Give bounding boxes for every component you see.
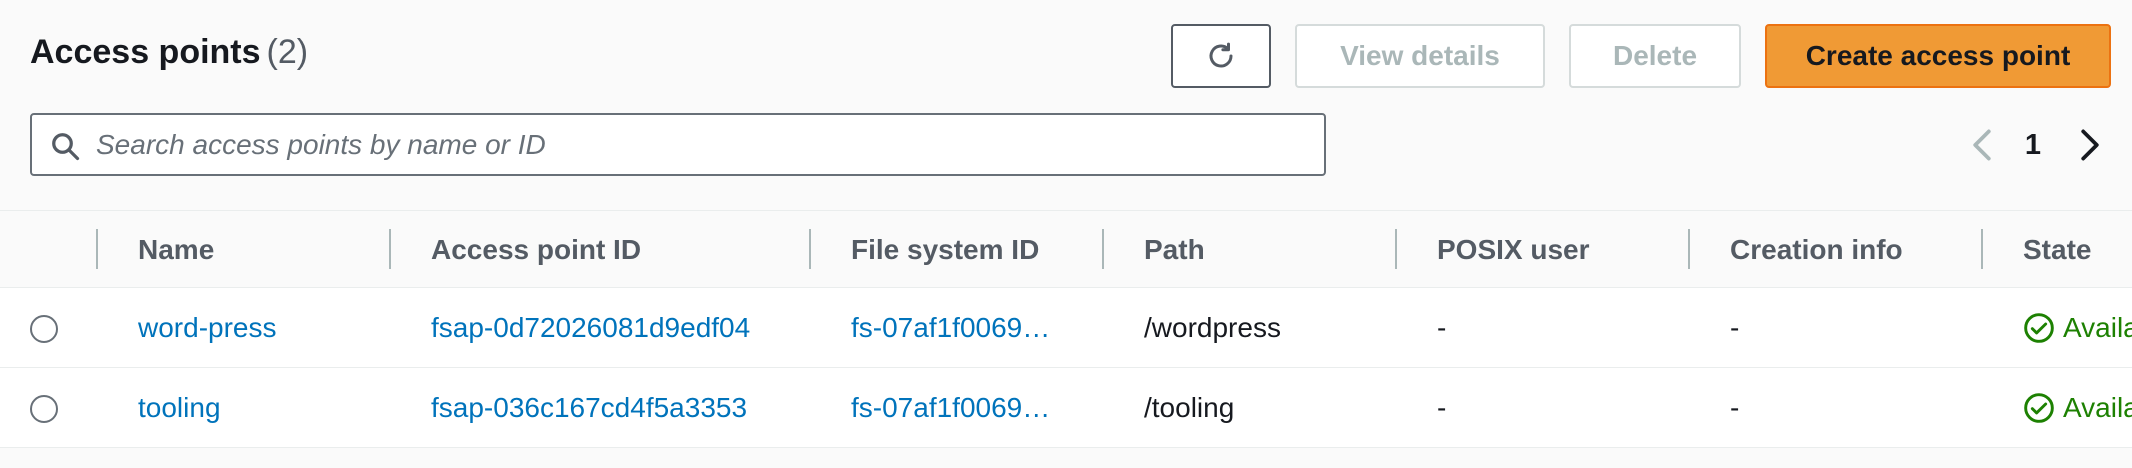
posix-user-cell: - (1437, 392, 1447, 423)
previous-page-button[interactable] (1962, 120, 2002, 170)
column-header-creation-info[interactable]: Creation info (1730, 211, 1903, 289)
title-text: Access points (30, 33, 261, 71)
column-header-file-system-id[interactable]: File system ID (851, 211, 1039, 289)
next-page-button[interactable] (2070, 120, 2110, 170)
item-count: (2) (266, 33, 309, 71)
column-header-posix-user[interactable]: POSIX user (1437, 211, 1590, 289)
column-divider (96, 229, 98, 269)
row-select-radio[interactable] (30, 395, 58, 423)
column-divider[interactable] (1395, 229, 1397, 269)
access-points-table: Name Access point ID File system ID Path… (0, 210, 2132, 448)
column-header-name[interactable]: Name (138, 211, 214, 289)
table-header: Name Access point ID File system ID Path… (0, 210, 2132, 288)
column-header-state[interactable]: State (2023, 211, 2091, 289)
search-box[interactable] (30, 113, 1326, 176)
creation-info-cell: - (1730, 392, 1740, 423)
state-cell: Availa (2023, 368, 2132, 448)
create-access-point-button[interactable]: Create access point (1765, 24, 2111, 88)
access-point-name-link[interactable]: word-press (138, 288, 398, 368)
column-divider[interactable] (389, 229, 391, 269)
file-system-id-link[interactable]: fs-07af1f0069… (851, 368, 1096, 448)
posix-user-cell: - (1437, 312, 1447, 343)
refresh-button[interactable] (1171, 24, 1271, 88)
access-point-id-link[interactable]: fsap-036c167cd4f5a3353 (431, 368, 801, 448)
table-row[interactable]: word-press fsap-0d72026081d9edf04 fs-07a… (0, 288, 2132, 368)
column-divider[interactable] (809, 229, 811, 269)
column-divider[interactable] (1688, 229, 1690, 269)
access-point-id-link[interactable]: fsap-0d72026081d9edf04 (431, 288, 801, 368)
column-divider[interactable] (1981, 229, 1983, 269)
access-points-header: Access points (2) View details Delete Cre… (0, 0, 2132, 210)
row-select-radio[interactable] (30, 315, 58, 343)
column-header-path[interactable]: Path (1144, 211, 1205, 289)
chevron-left-icon (1973, 129, 1991, 161)
path-cell: /tooling (1144, 392, 1235, 423)
chevron-right-icon (2081, 129, 2099, 161)
search-input[interactable] (96, 125, 1296, 165)
refresh-icon (1209, 42, 1233, 68)
table-row[interactable]: tooling fsap-036c167cd4f5a3353 fs-07af1f… (0, 368, 2132, 448)
state-label: Availa (2063, 392, 2132, 423)
delete-button[interactable]: Delete (1569, 24, 1741, 88)
state-label: Availa (2063, 312, 2132, 343)
search-icon (52, 133, 80, 161)
creation-info-cell: - (1730, 312, 1740, 343)
column-divider[interactable] (1102, 229, 1104, 269)
view-details-button[interactable]: View details (1295, 24, 1545, 88)
path-cell: /wordpress (1144, 312, 1281, 343)
file-system-id-link[interactable]: fs-07af1f0069… (851, 288, 1096, 368)
column-header-access-point-id[interactable]: Access point ID (431, 211, 641, 289)
page-title: Access points (2) (30, 33, 308, 72)
success-check-icon (2024, 393, 2054, 423)
access-point-name-link[interactable]: tooling (138, 368, 398, 448)
page-number-1[interactable]: 1 (2020, 120, 2046, 170)
success-check-icon (2024, 313, 2054, 343)
state-cell: Availa (2023, 288, 2132, 368)
